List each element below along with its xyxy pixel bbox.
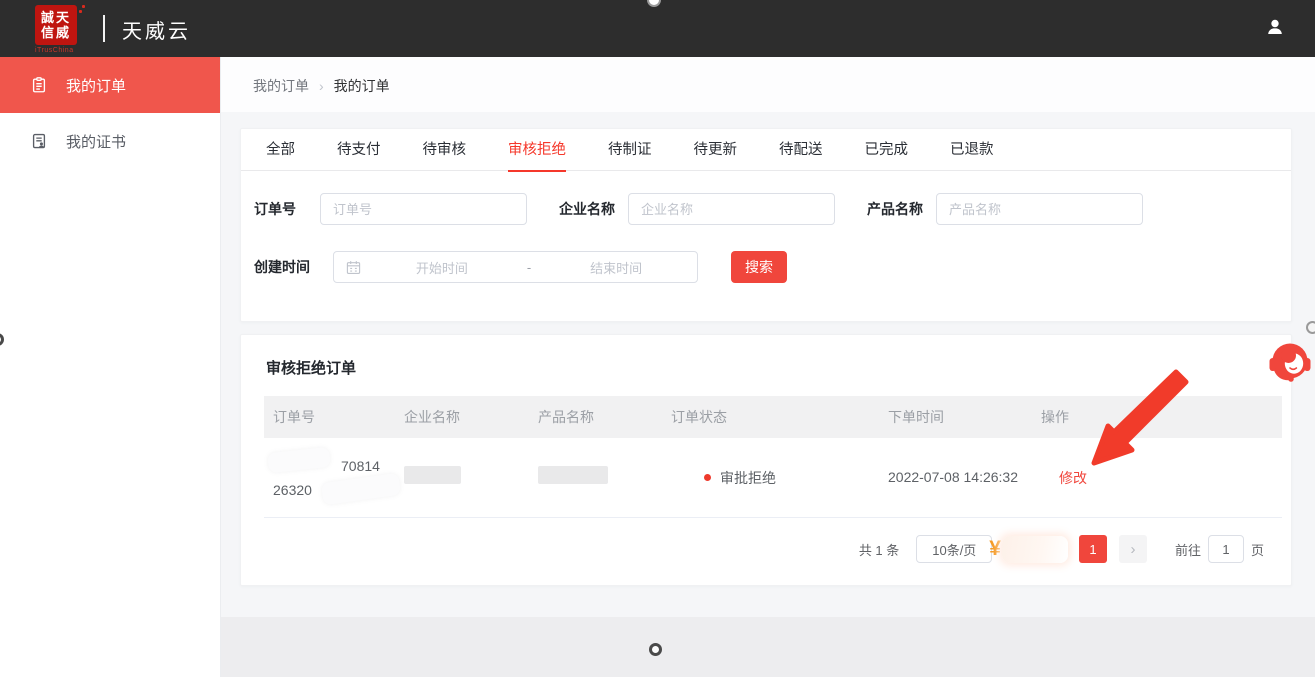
order-time: 2022-07-08 14:26:32 — [888, 465, 1020, 490]
edit-order-link[interactable]: 修改 — [1059, 468, 1087, 488]
tab-pending-review[interactable]: 待审核 — [423, 129, 467, 171]
tab-pending-delivery[interactable]: 待配送 — [779, 129, 823, 171]
col-product: 产品名称 — [529, 407, 662, 427]
breadcrumb-item-first[interactable]: 我的订单 — [253, 78, 309, 94]
sidebar: 我的订单 我的证书 — [0, 57, 221, 677]
col-actions: 操作 — [1032, 407, 1282, 427]
brand-logo: 誠天 信威 iTrusChina — [35, 5, 81, 54]
col-company: 企业名称 — [395, 407, 529, 427]
page-size-select[interactable]: 10条/页 — [916, 535, 992, 563]
yen-symbol: ¥ — [989, 537, 1001, 561]
tab-all[interactable]: 全部 — [266, 129, 295, 171]
goto-unit: 页 — [1251, 540, 1264, 559]
tab-review-rejected[interactable]: 审核拒绝 — [508, 129, 566, 171]
redaction-box — [404, 466, 461, 484]
redaction-box — [538, 466, 608, 484]
status-dot — [704, 474, 711, 481]
page-button-1[interactable]: 1 — [1079, 535, 1107, 563]
certificate-icon — [30, 132, 48, 150]
product-name-input[interactable] — [936, 193, 1143, 225]
header-divider — [103, 15, 105, 42]
order-no-input[interactable] — [320, 193, 527, 225]
goto-page-input[interactable] — [1208, 535, 1244, 563]
end-time-placeholder: 结束时间 — [535, 258, 697, 277]
order-status-tabs: 全部 待支付 待审核 审核拒绝 待制证 待更新 待配送 已完成 已退款 — [241, 129, 1291, 171]
screen-marker-right — [1306, 321, 1315, 334]
tab-pending-certificate[interactable]: 待制证 — [608, 129, 652, 171]
screen-marker-bottom — [649, 643, 662, 656]
customer-service-icon[interactable] — [1266, 337, 1314, 385]
date-range-input[interactable]: 开始时间 - 结束时间 — [333, 251, 698, 283]
filter-card: 全部 待支付 待审核 审核拒绝 待制证 待更新 待配送 已完成 已退款 订单号 … — [240, 128, 1292, 322]
created-time-label: 创建时间 — [254, 257, 310, 277]
tab-pending-update[interactable]: 待更新 — [694, 129, 738, 171]
status-cell: 审批拒绝 — [662, 438, 879, 517]
action-cell: 修改 — [1032, 438, 1282, 517]
order-no-line2: 26320 — [273, 478, 312, 502]
company-name-label: 企业名称 — [559, 199, 615, 219]
total-count: 共 1 条 — [859, 540, 899, 559]
goto-label: 前往 — [1175, 540, 1201, 559]
col-order-no: 订单号 — [264, 407, 395, 427]
logo-subtitle: iTrusChina — [35, 47, 81, 54]
col-status: 订单状态 — [662, 407, 879, 427]
table-row: 70814 26320 审批拒绝 2022-07-08 14:26:32 修改 — [264, 438, 1282, 518]
table-header-row: 订单号 企业名称 产品名称 订单状态 下单时间 操作 — [264, 396, 1282, 438]
breadcrumb-item-current: 我的订单 — [334, 78, 390, 94]
logo-text-line2: 信威 — [41, 25, 71, 40]
sidebar-item-my-orders[interactable]: 我的订单 — [0, 57, 220, 113]
app-header: 誠天 信威 iTrusChina 天威云 — [0, 0, 1315, 57]
sidebar-item-my-certificates[interactable]: 我的证书 — [0, 113, 220, 169]
breadcrumb: 我的订单 › 我的订单 — [253, 76, 390, 96]
product-name-label: 产品名称 — [867, 199, 923, 219]
price-overlay: ¥ — [989, 536, 1068, 563]
product-cell — [529, 438, 662, 517]
tab-refunded[interactable]: 已退款 — [950, 129, 994, 171]
tab-completed[interactable]: 已完成 — [865, 129, 909, 171]
range-separator: - — [523, 260, 535, 275]
brand-logo-square: 誠天 信威 — [35, 5, 77, 45]
pagination: 共 1 条 10条/页 ¥ 1 › 前往 页 — [859, 535, 1264, 563]
status-text: 审批拒绝 — [720, 468, 776, 488]
tab-pending-payment[interactable]: 待支付 — [337, 129, 381, 171]
breadcrumb-separator: › — [319, 78, 324, 94]
sidebar-item-label: 我的订单 — [66, 75, 126, 96]
calendar-icon — [346, 260, 361, 275]
page-footer — [221, 617, 1315, 677]
app-title: 天威云 — [122, 15, 191, 44]
order-no-line1: 70814 — [273, 454, 380, 478]
search-button[interactable]: 搜索 — [731, 251, 787, 283]
col-order-time: 下单时间 — [879, 407, 1032, 427]
next-page-button[interactable]: › — [1119, 535, 1147, 563]
redaction-blur — [1002, 536, 1068, 563]
order-list-icon — [30, 76, 48, 94]
redaction-blur — [321, 473, 401, 506]
company-name-input[interactable] — [628, 193, 835, 225]
orders-card: 审核拒绝订单 订单号 企业名称 产品名称 订单状态 下单时间 操作 70814 … — [240, 334, 1292, 586]
order-no-cell: 70814 26320 — [264, 438, 395, 517]
order-no-label: 订单号 — [254, 199, 296, 219]
section-title: 审核拒绝订单 — [266, 357, 356, 378]
logo-text-line1: 誠天 — [41, 10, 71, 25]
order-time-cell: 2022-07-08 14:26:32 — [879, 438, 1032, 517]
sidebar-item-label: 我的证书 — [66, 131, 126, 152]
user-icon[interactable] — [1263, 16, 1287, 40]
company-cell — [395, 438, 529, 517]
start-time-placeholder: 开始时间 — [361, 258, 523, 277]
